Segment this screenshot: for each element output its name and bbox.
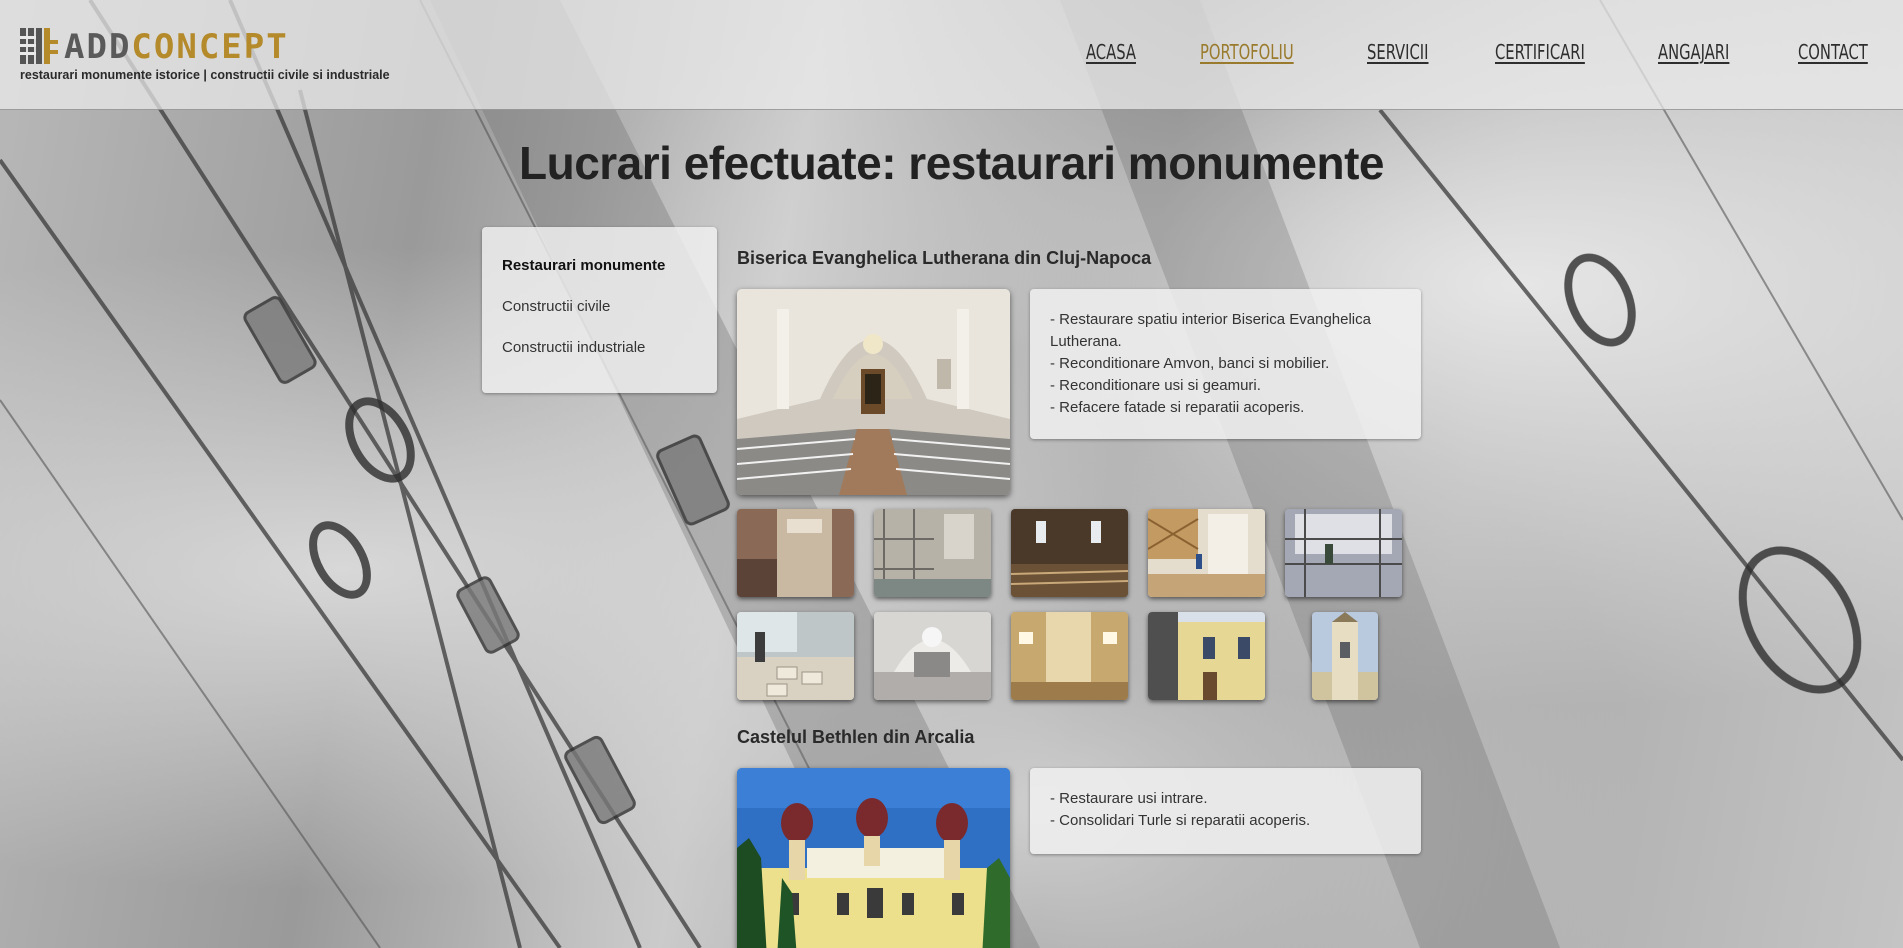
portfolio-category-menu: Restaurari monumente Constructii civile … (482, 227, 717, 393)
main-nav: ACASA PORTOFOLIU SERVICII CERTIFICARI AN… (1086, 40, 1883, 64)
description-line: - Restaurare spatiu interior Biserica Ev… (1050, 311, 1371, 350)
church-interior-image (737, 289, 1010, 495)
thumbnail-image (1148, 509, 1265, 597)
gallery-thumbnail[interactable] (1312, 612, 1378, 700)
thumbnail-image (737, 509, 854, 597)
project-description: - Restaurare spatiu interior Biserica Ev… (1030, 289, 1421, 439)
thumbnail-image (1285, 509, 1402, 597)
gallery-thumbnail[interactable] (874, 509, 991, 597)
nav-angajari[interactable]: ANGAJARI (1658, 40, 1729, 64)
thumbnail-image (874, 612, 991, 700)
description-line: - Refacere fatade si reparatii acoperis. (1050, 399, 1305, 416)
thumbnail-image (1148, 612, 1265, 700)
logo-concept-text: CONCEPT (131, 27, 289, 67)
gallery-thumbnail[interactable] (1011, 509, 1128, 597)
logo-mark-icon (20, 28, 58, 64)
project-title: Castelul Bethlen din Arcalia (737, 727, 975, 747)
logo-add-text: ADD (64, 27, 132, 67)
description-line: - Restaurare usi intrare. (1050, 790, 1208, 807)
category-constructii-civile[interactable]: Constructii civile (502, 298, 697, 315)
description-line: - Reconditionare Amvon, banci si mobilie… (1050, 355, 1330, 372)
thumbnail-image (874, 509, 991, 597)
thumbnail-image (1011, 509, 1128, 597)
category-constructii-industriale[interactable]: Constructii industriale (502, 339, 697, 356)
gallery-thumbnail[interactable] (874, 612, 991, 700)
thumbnail-image (1312, 612, 1378, 700)
logo-wordmark: ADDCONCEPT (64, 28, 289, 66)
description-line: - Reconditionare usi si geamuri. (1050, 377, 1261, 394)
site-header: ADDCONCEPT restaurari monumente istorice… (0, 0, 1903, 110)
thumbnail-image (737, 612, 854, 700)
project-main-photo[interactable] (737, 289, 1010, 495)
gallery-thumbnail[interactable] (1011, 612, 1128, 700)
gallery-thumbnail[interactable] (1148, 612, 1265, 700)
page-title: Lucrari efectuate: restaurari monumente (519, 137, 1385, 189)
gallery-thumbnail[interactable] (737, 509, 854, 597)
logo-tagline: restaurari monumente istorice | construc… (20, 68, 390, 82)
nav-certificari[interactable]: CERTIFICARI (1495, 40, 1585, 64)
nav-acasa[interactable]: ACASA (1086, 40, 1136, 64)
thumbnail-image (1011, 612, 1128, 700)
description-line: - Consolidari Turle si reparatii acoperi… (1050, 812, 1311, 829)
nav-portofoliu[interactable]: PORTOFOLIU (1200, 40, 1294, 64)
nav-contact[interactable]: CONTACT (1798, 40, 1868, 64)
nav-servicii[interactable]: SERVICII (1367, 40, 1428, 64)
category-restaurari-monumente[interactable]: Restaurari monumente (502, 257, 697, 274)
site-logo[interactable]: ADDCONCEPT restaurari monumente istorice… (20, 26, 420, 86)
project-title: Biserica Evanghelica Lutherana din Cluj-… (737, 248, 1152, 268)
gallery-thumbnail[interactable] (1285, 509, 1402, 597)
project-description: - Restaurare usi intrare. - Consolidari … (1030, 768, 1421, 854)
gallery-thumbnail[interactable] (1148, 509, 1265, 597)
project-main-photo[interactable] (737, 768, 1010, 948)
castle-exterior-image (737, 768, 1010, 948)
gallery-thumbnail[interactable] (737, 612, 854, 700)
